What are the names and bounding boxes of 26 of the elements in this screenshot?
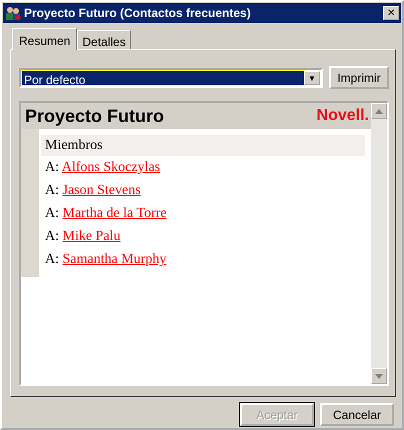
scrollbar[interactable] — [371, 103, 387, 384]
down-arrow-icon — [375, 374, 383, 378]
logo: Novell. — [316, 106, 369, 126]
member-link[interactable]: Samantha Murphy — [62, 252, 166, 267]
dialog-button[interactable]: Cancelar — [320, 403, 394, 426]
print-button[interactable]: Imprimir — [329, 66, 389, 89]
scroll-up-button[interactable] — [371, 103, 387, 119]
up-arrow-icon — [375, 108, 383, 114]
member-prefix: A: — [45, 252, 59, 267]
close-button[interactable]: ✕ — [383, 6, 399, 20]
contacts-icon — [5, 5, 21, 21]
window-title: Proyecto Futuro (Contactos frecuentes) — [24, 5, 252, 22]
member-prefix: A: — [45, 183, 59, 198]
scroll-down-button[interactable] — [371, 368, 387, 384]
member-prefix: A: — [45, 160, 59, 175]
member-link[interactable]: Alfons Skoczylas — [62, 160, 160, 175]
member-link[interactable]: Martha de la Torre — [62, 206, 167, 221]
tab[interactable]: Detalles — [77, 30, 131, 49]
member-link[interactable]: Mike Palu — [62, 229, 120, 244]
tab[interactable]: Resumen — [12, 28, 78, 50]
section-heading: Miembros — [41, 135, 365, 156]
member-link[interactable]: Jason Stevens — [62, 183, 141, 198]
member-prefix: A: — [45, 206, 59, 221]
member-prefix: A: — [45, 229, 59, 244]
view-dropdown[interactable]: Por defecto ▼ — [19, 68, 323, 88]
summary-title: Proyecto Futuro — [25, 104, 164, 128]
